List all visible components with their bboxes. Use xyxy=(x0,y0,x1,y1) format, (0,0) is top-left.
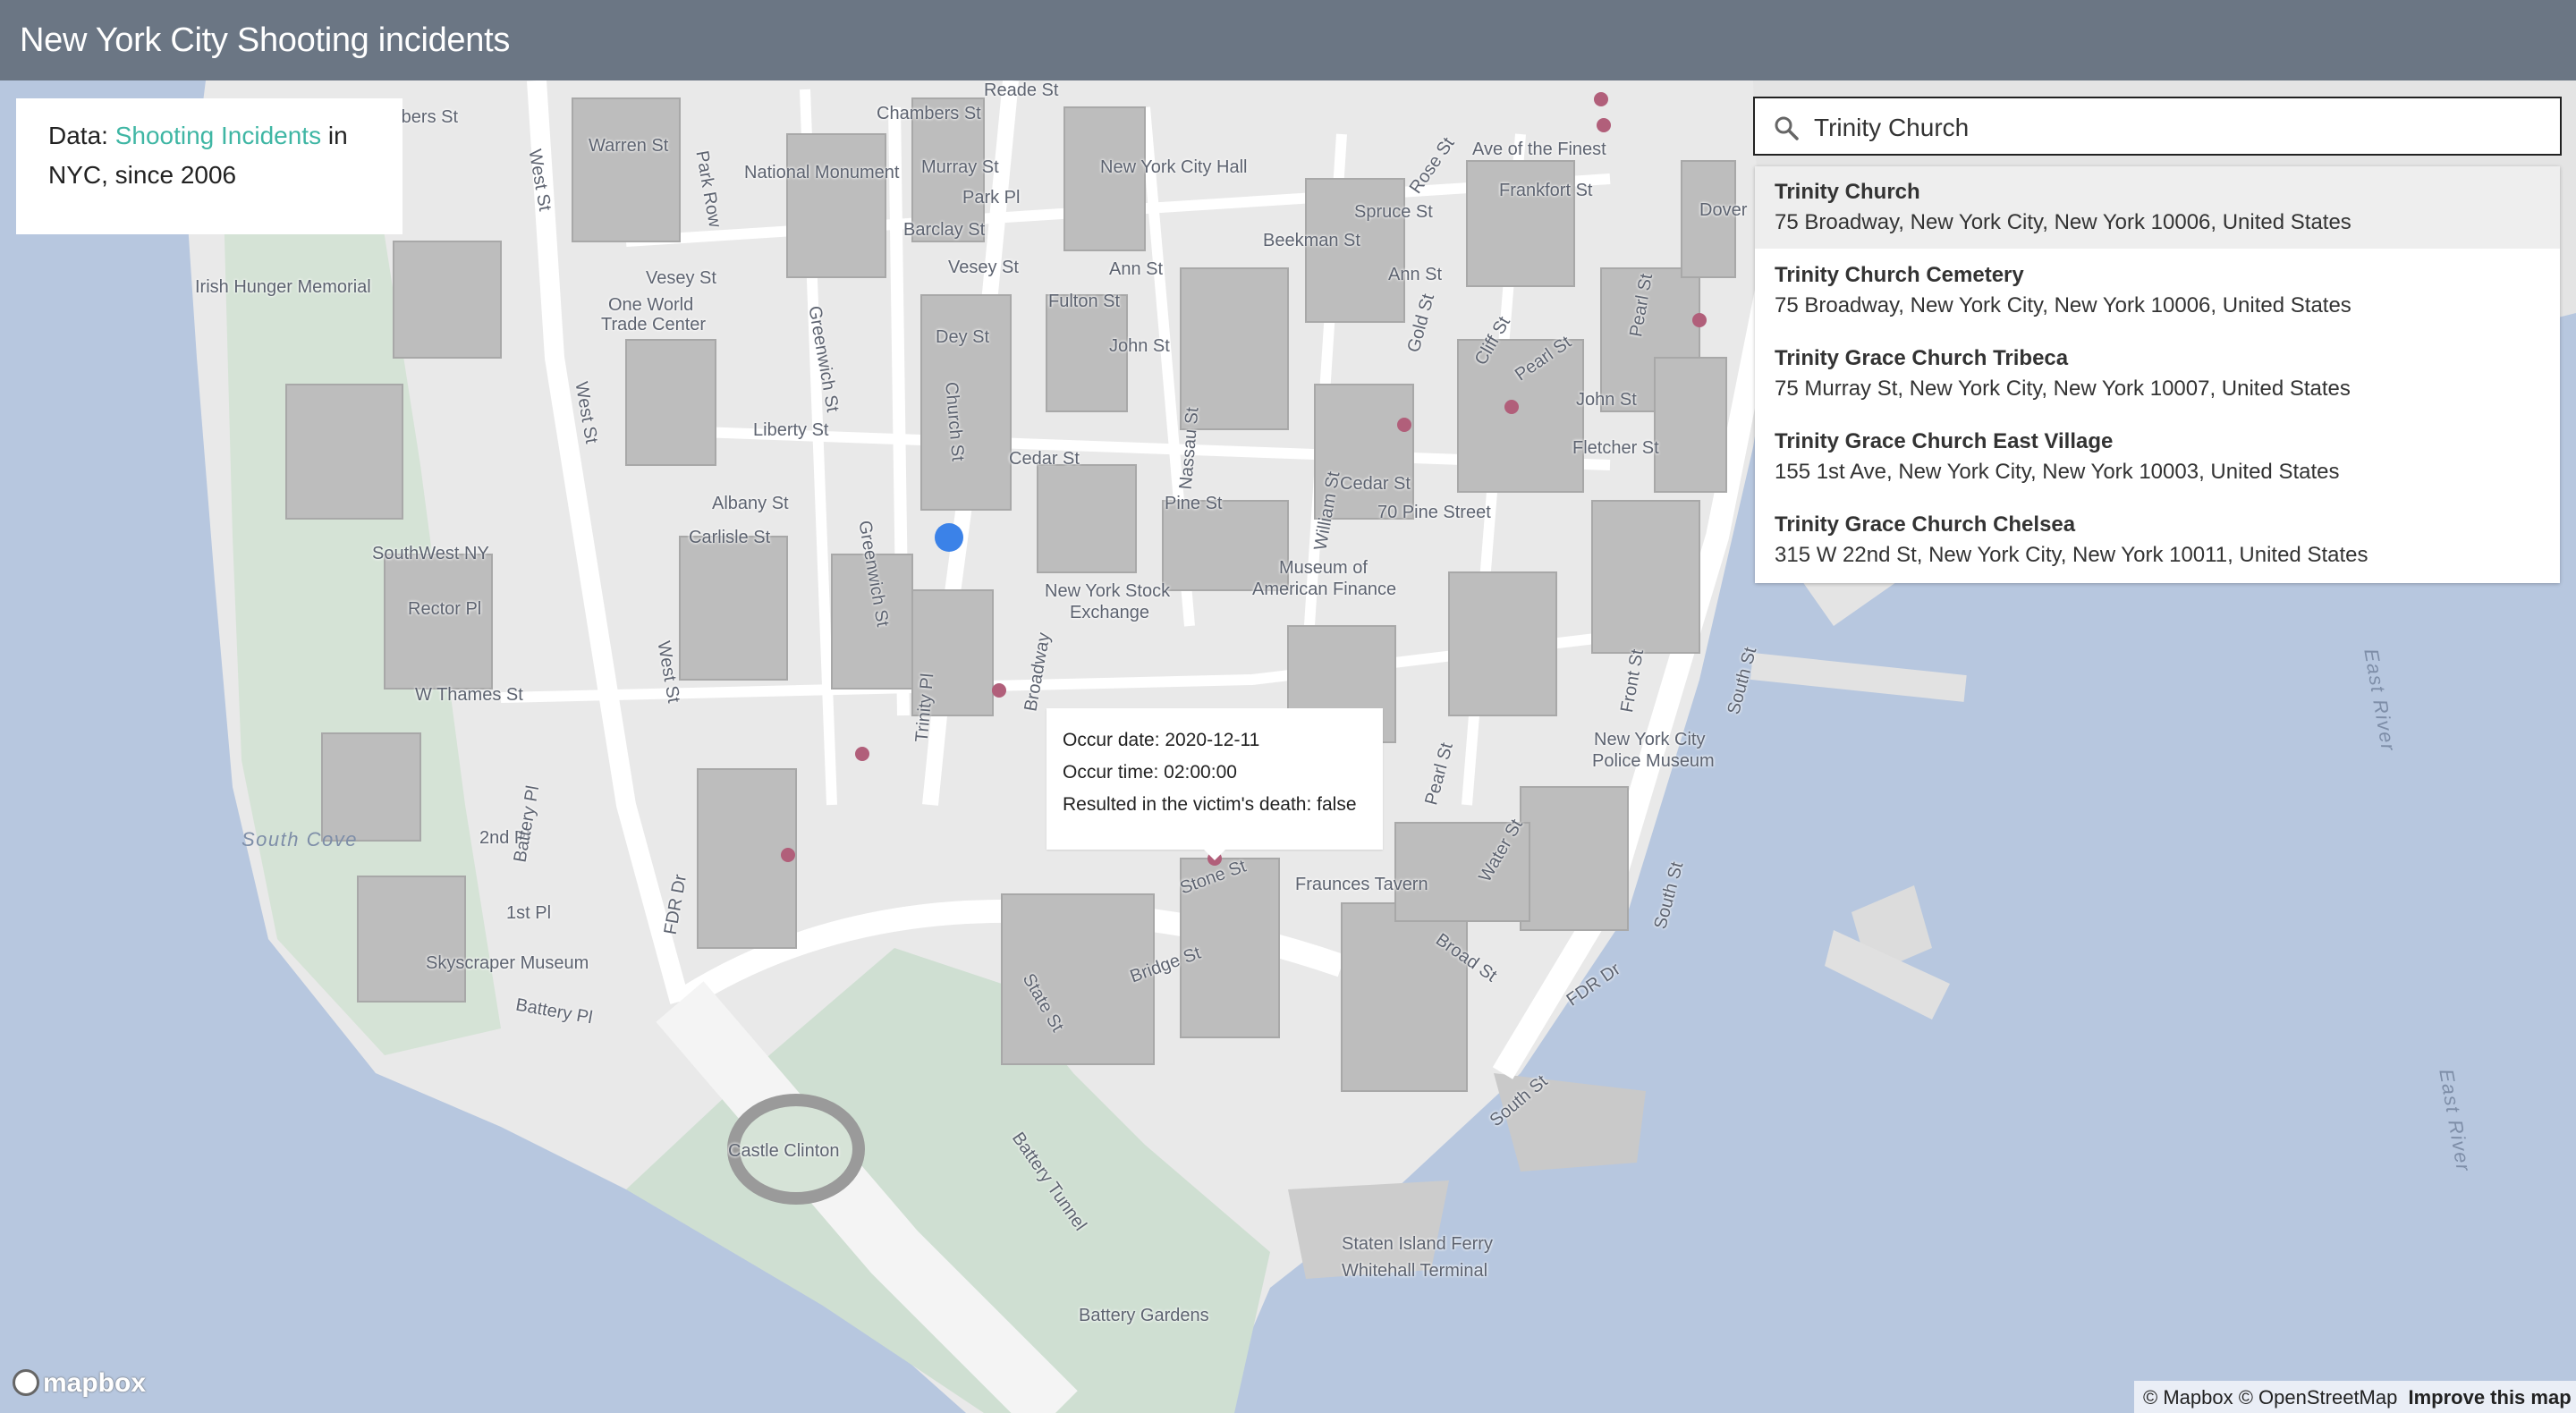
map-label-spruce: Spruce St xyxy=(1354,202,1433,222)
info-prefix: Data: xyxy=(48,122,115,149)
map-label-fletcher: Fletcher St xyxy=(1572,438,1659,458)
search-icon xyxy=(1775,116,1799,140)
map-label-1st-pl: 1st Pl xyxy=(506,903,552,923)
map-label-cedar: Cedar St xyxy=(1009,449,1080,469)
attribution-osm-link[interactable]: © OpenStreetMap xyxy=(2239,1386,2398,1409)
map-label-cedar-2: Cedar St xyxy=(1340,474,1411,494)
mapbox-logo-icon xyxy=(13,1369,39,1396)
mapbox-logo[interactable]: mapbox xyxy=(13,1368,146,1399)
map-label-owtc-1: One World xyxy=(608,295,694,315)
incident-marker xyxy=(1594,92,1608,106)
map-label-vesey-2: Vesey St xyxy=(646,268,716,288)
map-label-murray: Murray St xyxy=(921,157,999,177)
map-label-w-thames: W Thames St xyxy=(415,685,523,705)
suggestion-item[interactable]: Trinity Church 75 Broadway, New York Cit… xyxy=(1755,166,2560,249)
suggestion-name: Trinity Church xyxy=(1775,180,1920,204)
map-label-city-hall: New York City Hall xyxy=(1100,157,1248,177)
map-label-southwest-ny: SouthWest NY xyxy=(372,544,489,563)
map-label-ann: Ann St xyxy=(1109,259,1164,279)
popup-occur-date: Occur date: 2020-12-11 xyxy=(1063,730,1260,750)
map-label-police-2: Police Museum xyxy=(1592,751,1715,771)
map-label-castle-clinton: Castle Clinton xyxy=(728,1141,840,1161)
map-label-dey: Dey St xyxy=(936,327,990,347)
app-header: New York City Shooting incidents xyxy=(0,0,2576,80)
map-label-rector: Rector Pl xyxy=(408,599,482,619)
incident-marker xyxy=(992,683,1006,698)
map-label-john-2: John St xyxy=(1576,390,1637,410)
popup-tip xyxy=(1202,848,1227,860)
search-result-marker xyxy=(935,523,963,552)
suggestion-address: 75 Broadway, New York City, New York 100… xyxy=(1775,210,2351,234)
map-label-barclay: Barclay St xyxy=(903,220,986,240)
incident-marker xyxy=(1504,400,1519,414)
map-label-vesey: Vesey St xyxy=(948,258,1019,277)
map-label-reade: Reade St xyxy=(984,80,1059,100)
incident-popup: Occur date: 2020-12-11 Occur time: 02:00… xyxy=(1046,708,1383,850)
page-title: New York City Shooting incidents xyxy=(20,21,511,59)
map-label-fulton: Fulton St xyxy=(1048,292,1121,311)
suggestion-address: 75 Broadway, New York City, New York 100… xyxy=(1775,293,2351,317)
map-label-pine: Pine St xyxy=(1165,494,1223,513)
suggestion-address: 315 W 22nd St, New York City, New York 1… xyxy=(1775,543,2368,567)
map-label-frankfort: Frankfort St xyxy=(1499,181,1593,200)
popup-death: Resulted in the victim's death: false xyxy=(1063,794,1357,815)
info-suffix: in xyxy=(321,122,348,149)
map-label-ferry-2: Whitehall Terminal xyxy=(1342,1261,1488,1281)
attribution-mapbox-link[interactable]: © Mapbox xyxy=(2143,1386,2233,1409)
map-label-albany: Albany St xyxy=(712,494,789,513)
popup-occur-time: Occur time: 02:00:00 xyxy=(1063,762,1237,783)
info-panel: Data: Shooting Incidents in NYC, since 2… xyxy=(16,98,402,234)
suggestion-item[interactable]: Trinity Grace Church Chelsea 315 W 22nd … xyxy=(1755,499,2560,581)
info-line-2: NYC, since 2006 xyxy=(48,161,237,189)
map-label-beekman: Beekman St xyxy=(1263,231,1360,250)
map-label-battery-gardens: Battery Gardens xyxy=(1079,1306,1209,1325)
search-input[interactable] xyxy=(1812,107,2531,148)
map-label-warren: Warren St xyxy=(589,136,669,156)
map-label-chambers: Chambers St xyxy=(877,104,981,123)
suggestion-address: 75 Murray St, New York City, New York 10… xyxy=(1775,377,2351,401)
map-label-ferry-1: Staten Island Ferry xyxy=(1342,1234,1493,1254)
map-label-70-pine: 70 Pine Street xyxy=(1377,503,1491,522)
incident-marker xyxy=(781,848,795,862)
map-label-park-pl: Park Pl xyxy=(962,188,1021,207)
map-label-south-cove: South Cove xyxy=(242,828,358,850)
map-label-police-1: New York City xyxy=(1594,730,1706,749)
suggestion-item[interactable]: Trinity Grace Church East Village 155 1s… xyxy=(1755,416,2560,498)
suggestion-name: Trinity Grace Church East Village xyxy=(1775,429,2114,453)
map-label-finest: Ave of the Finest xyxy=(1472,140,1606,159)
map-label-museum-1: Museum of xyxy=(1279,558,1368,578)
map-label-ann-2: Ann St xyxy=(1388,265,1443,284)
suggestion-name: Trinity Church Cemetery xyxy=(1775,263,2024,287)
map-label-dover: Dover xyxy=(1699,200,1748,220)
suggestion-name: Trinity Grace Church Chelsea xyxy=(1775,512,2076,537)
map-label-carlisle: Carlisle St xyxy=(689,528,771,547)
map-label-owtc-2: Trade Center xyxy=(601,315,707,334)
geocoder-search[interactable] xyxy=(1753,97,2562,156)
suggestion-address: 155 1st Ave, New York City, New York 100… xyxy=(1775,460,2340,484)
incident-marker xyxy=(855,747,869,761)
map-label-stock-exchange-2: Exchange xyxy=(1070,603,1149,622)
data-source-link[interactable]: Shooting Incidents xyxy=(115,122,321,149)
incident-marker xyxy=(1597,118,1611,132)
search-suggestions: Trinity Church 75 Broadway, New York Cit… xyxy=(1755,166,2560,583)
suggestion-item[interactable]: Trinity Church Cemetery 75 Broadway, New… xyxy=(1755,250,2560,332)
incident-marker xyxy=(1692,313,1707,327)
map-label-skyscraper-museum: Skyscraper Museum xyxy=(426,953,589,973)
map-attribution: © Mapbox © OpenStreetMap Improve this ma… xyxy=(2134,1381,2576,1413)
map-label-city-hall-area: National Monument xyxy=(744,163,900,182)
map-label-museum-2: American Finance xyxy=(1252,580,1397,599)
suggestion-name: Trinity Grace Church Tribeca xyxy=(1775,346,2069,370)
map-label-stock-exchange-1: New York Stock xyxy=(1045,581,1171,601)
map-label-john: John St xyxy=(1109,336,1170,356)
improve-map-link[interactable]: Improve this map xyxy=(2408,1386,2571,1409)
incident-marker xyxy=(1397,418,1411,432)
map-label-fraunces: Fraunces Tavern xyxy=(1295,875,1428,894)
map-label-liberty: Liberty St xyxy=(753,420,829,440)
suggestion-item[interactable]: Trinity Grace Church Tribeca 75 Murray S… xyxy=(1755,333,2560,415)
map-label-irish-hunger: Irish Hunger Memorial xyxy=(195,277,371,297)
